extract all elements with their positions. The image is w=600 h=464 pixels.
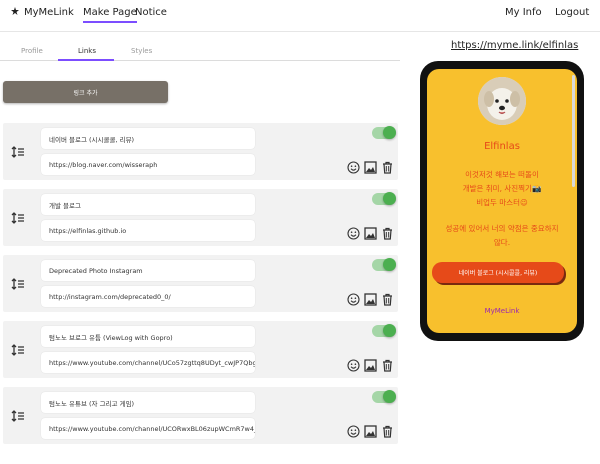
drag-handle-icon[interactable] [3, 123, 33, 180]
preview-link-button[interactable]: 네이버 블로그 (시시콜콜, 리뷰) [432, 262, 564, 283]
trash-icon[interactable] [381, 291, 394, 306]
avatar [478, 77, 526, 125]
emoji-icon[interactable] [347, 225, 360, 240]
link-enabled-toggle[interactable] [372, 390, 396, 403]
trash-icon[interactable] [381, 225, 394, 240]
add-link-button[interactable]: 링크 추가 [3, 81, 168, 103]
nav-logout[interactable]: Logout [555, 7, 589, 18]
bio-line: 개발은 취미, 사진찍기📸 [462, 184, 542, 193]
drag-handle-icon[interactable] [3, 387, 33, 444]
trash-icon[interactable] [381, 159, 394, 174]
link-url-field[interactable]: https://elfinlas.github.io [41, 220, 255, 241]
image-icon[interactable] [364, 159, 377, 174]
bio-line: 성공에 있어서 너의 약점은 중요하지 [445, 224, 559, 233]
trash-icon[interactable] [381, 423, 394, 438]
link-title-field[interactable]: 텀노노 유튜브 (자 그리고 게임) [41, 392, 255, 413]
link-title-field[interactable]: Deprecated Photo Instagram [41, 260, 255, 281]
tab-styles[interactable]: Styles [131, 47, 152, 55]
link-url-field[interactable]: https://www.youtube.com/channel/UCORwxBL… [41, 418, 255, 439]
tab-links[interactable]: Links [78, 47, 96, 55]
link-title-field[interactable]: 텀노노 브로그 유튭 (ViewLog with Gopro) [41, 326, 255, 347]
toggle-knob [383, 258, 396, 271]
emoji-icon[interactable] [347, 357, 360, 372]
image-icon[interactable] [364, 423, 377, 438]
tab-profile[interactable]: Profile [21, 47, 43, 55]
trash-icon[interactable] [381, 357, 394, 372]
drag-handle-icon[interactable] [3, 189, 33, 246]
link-enabled-toggle[interactable] [372, 192, 396, 205]
toggle-knob [383, 390, 396, 403]
bio-line: 비업두 마스터😉 [476, 198, 528, 207]
bio-line: 않다. [493, 238, 511, 247]
link-url-field[interactable]: https://www.youtube.com/channel/UCo57zgt… [41, 352, 255, 373]
image-icon[interactable] [364, 357, 377, 372]
link-enabled-toggle[interactable] [372, 126, 396, 139]
link-url-field[interactable]: https://blog.naver.com/wisseraph [41, 154, 255, 175]
brand[interactable]: MyMeLink [10, 6, 74, 19]
toggle-knob [383, 126, 396, 139]
nav-notice[interactable]: Notice [135, 7, 167, 18]
nav-make-page[interactable]: Make Page [83, 7, 137, 23]
link-card: Deprecated Photo Instagram http://instag… [3, 255, 398, 312]
link-enabled-toggle[interactable] [372, 324, 396, 337]
drag-handle-icon[interactable] [3, 321, 33, 378]
toggle-knob [383, 192, 396, 205]
profile-name: Elfinlas [484, 141, 520, 152]
nav-my-info[interactable]: My Info [505, 7, 542, 18]
emoji-icon[interactable] [347, 423, 360, 438]
brand-label: MyMeLink [24, 7, 74, 18]
link-enabled-toggle[interactable] [372, 258, 396, 271]
preview-screen: Elfinlas 이것저것 해보는 떠돌이 개발은 취미, 사진찍기📸 비업두 … [427, 69, 577, 333]
link-title-field[interactable]: 개발 블로그 [41, 194, 255, 215]
phone-preview: Elfinlas 이것저것 해보는 떠돌이 개발은 취미, 사진찍기📸 비업두 … [420, 61, 584, 341]
emoji-icon[interactable] [347, 159, 360, 174]
emoji-icon[interactable] [347, 291, 360, 306]
link-card: 개발 블로그 https://elfinlas.github.io [3, 189, 398, 246]
link-title-field[interactable]: 네이버 블로그 (시시콜콜, 리뷰) [41, 128, 255, 149]
link-card: 텀노노 브로그 유튭 (ViewLog with Gopro) https://… [3, 321, 398, 378]
editor-tabs: Profile Links Styles [0, 44, 400, 61]
logo-icon [10, 6, 20, 19]
bio-line: 이것저것 해보는 떠돌이 [465, 170, 539, 179]
image-icon[interactable] [364, 291, 377, 306]
preview-url-link[interactable]: https://myme.link/elfinlas [451, 40, 578, 51]
link-card: 텀노노 유튜브 (자 그리고 게임) https://www.youtube.c… [3, 387, 398, 444]
link-card: 네이버 블로그 (시시콜콜, 리뷰) https://blog.naver.co… [3, 123, 398, 180]
image-icon[interactable] [364, 225, 377, 240]
link-url-field[interactable]: http://instagram.com/deprecated0_0/ [41, 286, 255, 307]
drag-handle-icon[interactable] [3, 255, 33, 312]
preview-footer[interactable]: MyMeLink [427, 307, 577, 315]
toggle-knob [383, 324, 396, 337]
app-root: MyMeLink Make Page Notice My Info Logout… [0, 0, 600, 464]
top-nav: MyMeLink Make Page Notice My Info Logout [0, 0, 600, 32]
active-tab-indicator [58, 59, 114, 61]
